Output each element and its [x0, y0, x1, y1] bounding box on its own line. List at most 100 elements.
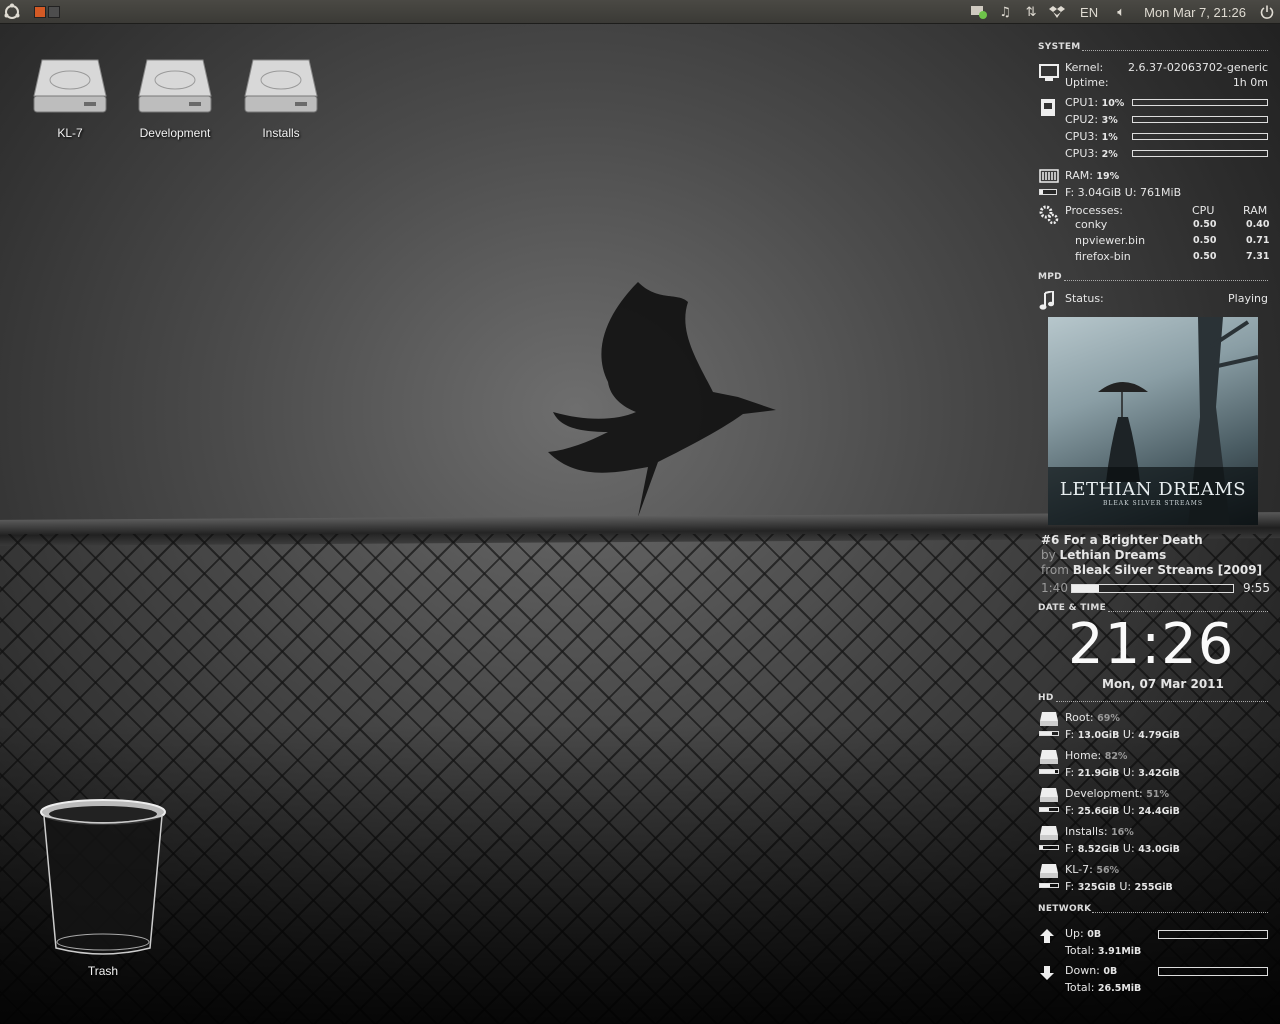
cpu3-graph [1132, 133, 1268, 140]
cpu2-row: CPU2: 3% [1065, 113, 1118, 126]
disk-name: Home: [1065, 749, 1102, 762]
ram-row: RAM: 19% [1065, 169, 1119, 182]
disk-name: Installs: [1065, 825, 1108, 838]
process-ram: 0.40 [1246, 219, 1270, 230]
desktop-icon-development[interactable]: Development [125, 56, 225, 140]
disk-percent: 69% [1097, 713, 1120, 724]
disk-usage-fill [1040, 808, 1050, 811]
disk-usage-bar [1039, 845, 1059, 850]
free-label: F: [1065, 804, 1075, 817]
disk-free: 325GiB [1077, 882, 1116, 893]
ram-label: RAM: [1065, 169, 1093, 182]
net-up-row: Up: 0B [1065, 927, 1101, 940]
ram-bar-fill [1040, 190, 1044, 194]
disk-usage-fill [1040, 732, 1053, 735]
top-panel: ♫ ⇅ EN 🔈︎ Mon Mar 7, 21:26 [0, 0, 1280, 24]
desktop-icon-installs[interactable]: Installs [231, 56, 331, 140]
cpu1-row: CPU1: 10% [1065, 96, 1124, 109]
disk-used: 4.79GiB [1138, 730, 1180, 741]
cpu-label: CPU1: [1065, 96, 1099, 109]
disk-percent: 82% [1104, 751, 1128, 762]
music-icon[interactable]: ♫ [992, 0, 1018, 24]
panel-clock[interactable]: Mon Mar 7, 21:26 [1134, 5, 1254, 20]
desktop-icon-kl7[interactable]: KL-7 [20, 56, 120, 140]
disk-usage-bar [1039, 769, 1059, 774]
process-cpu: 0.50 [1193, 251, 1217, 262]
desktop-icon-label: Development [139, 126, 211, 140]
disk-name-row: KL-7: 56% [1065, 863, 1119, 876]
mpd-album-row: from Bleak Silver Streams [2009] [1041, 563, 1262, 577]
drive-icon [1040, 826, 1058, 840]
free-label: F: [1065, 842, 1075, 855]
cpu3-row: CPU3: 1% [1065, 130, 1118, 143]
disk-free: 8.52GiB [1077, 844, 1120, 855]
process-name: firefox-bin [1075, 250, 1131, 263]
proc-cpu-header: CPU [1192, 204, 1215, 217]
process-ram: 7.31 [1246, 251, 1270, 262]
network-section-title: NETWORK [1038, 904, 1092, 914]
free-label: F: [1065, 880, 1075, 893]
process-name: conky [1075, 218, 1108, 231]
disk-usage-bar [1039, 883, 1059, 888]
dropbox-icon[interactable] [1044, 0, 1070, 24]
process-ram: 0.71 [1246, 235, 1270, 246]
disk-used: 3.42GiB [1138, 768, 1180, 779]
drive-icon [1040, 712, 1058, 726]
disk-detail-row: F: 325GiB U: 255GiB [1065, 880, 1173, 893]
desktop-icon-trash[interactable]: Trash [38, 798, 168, 978]
disk-free: 13.0GiB [1077, 730, 1120, 741]
drive-icon [1040, 750, 1058, 764]
uptime-label: Uptime: [1065, 76, 1109, 89]
desktop-icon-label: Trash [87, 964, 119, 978]
disk-detail-row: F: 21.9GiB U: 3.42GiB [1065, 766, 1180, 779]
mpd-status-label: Status: [1065, 292, 1104, 305]
kernel-label: Kernel: [1065, 61, 1104, 74]
disk-usage-fill [1040, 770, 1055, 773]
network-transfer-icon[interactable]: ⇅ [1018, 0, 1044, 24]
up-value: 0B [1087, 929, 1102, 940]
disk-used: 43.0GiB [1138, 844, 1180, 855]
from-label: from [1041, 563, 1069, 577]
messaging-icon[interactable] [966, 0, 992, 24]
cpu-value: 1% [1101, 132, 1118, 143]
disk-name-row: Development: 51% [1065, 787, 1169, 800]
mpd-progress-fill [1072, 585, 1100, 592]
up-total-label: Total: [1065, 944, 1095, 957]
cpu-value: 10% [1101, 98, 1125, 109]
monitor-icon [1039, 64, 1059, 81]
power-icon[interactable] [1254, 0, 1280, 24]
disk-usage-bar [1039, 807, 1059, 812]
hd-section-title: HD [1038, 693, 1054, 703]
gears-icon [1039, 205, 1059, 225]
disk-name-row: Root: 69% [1065, 711, 1120, 724]
drive-icon [1040, 788, 1058, 802]
ubuntu-menu-icon[interactable] [0, 0, 24, 24]
desktop-icon-label: KL-7 [57, 126, 83, 140]
process-cpu: 0.50 [1193, 235, 1217, 246]
desktop-icon-label: Installs [262, 126, 300, 140]
used-label: U: [1122, 842, 1135, 855]
section-divider [1056, 701, 1268, 702]
disk-usage-fill [1040, 884, 1051, 887]
volume-icon[interactable]: 🔈︎ [1108, 0, 1134, 24]
ram-icon [1039, 169, 1059, 183]
section-divider [1092, 912, 1268, 913]
mpd-track: #6 For a Brighter Death [1041, 533, 1203, 547]
disk-usage-fill [1040, 846, 1043, 849]
up-total-value: 3.91MiB [1097, 946, 1142, 957]
down-label: Down: [1065, 964, 1100, 977]
kernel-value: 2.6.37-02063702-generic [1127, 61, 1268, 74]
process-cpu: 0.50 [1193, 219, 1217, 230]
disk-percent: 16% [1111, 827, 1134, 838]
cpu1-graph [1132, 99, 1268, 106]
keyboard-layout-indicator[interactable]: EN [1070, 5, 1108, 20]
workspace-1[interactable] [34, 5, 46, 18]
process-name: npviewer.bin [1075, 234, 1146, 247]
download-arrow-icon [1040, 966, 1054, 980]
workspace-switcher[interactable] [34, 5, 60, 18]
upload-arrow-icon [1040, 929, 1054, 943]
workspace-2[interactable] [48, 5, 60, 18]
cpu-value: 3% [1101, 115, 1118, 126]
uptime-value: 1h 0m [1232, 76, 1268, 89]
mpd-status-value: Playing [1228, 292, 1268, 305]
